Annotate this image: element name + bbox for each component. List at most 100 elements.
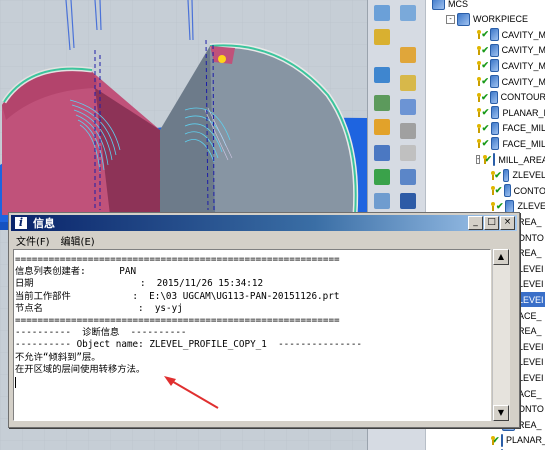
status-check-icon: ✔: [481, 91, 489, 102]
tree-item-label: ACE_: [518, 310, 542, 321]
tree-item[interactable]: ✔ CAVITY_M: [476, 58, 545, 73]
postprocess-button[interactable]: [397, 120, 419, 142]
collapse-toggle-icon[interactable]: -: [476, 155, 481, 164]
close-button[interactable]: ×: [500, 216, 515, 230]
menu-bar: 文件(F) 编辑(E): [11, 232, 517, 248]
feeds-speeds-button[interactable]: [397, 166, 419, 188]
status-check-icon: ✔: [481, 138, 490, 149]
key-icon: [490, 170, 496, 180]
scroll-down-arrow-icon[interactable]: ▼: [493, 405, 509, 421]
tree-item-label: CAVITY_M: [501, 60, 545, 71]
creator-line: 信息列表创建者: PAN: [15, 266, 137, 278]
info-text-area[interactable]: ========================================…: [13, 249, 491, 421]
text-caret: [15, 376, 16, 388]
key-icon: [490, 201, 496, 211]
verify-toolpath-button[interactable]: [397, 96, 419, 118]
window-title: 信息: [33, 217, 55, 230]
tree-item-label: WORKPIECE: [473, 14, 529, 25]
tree-item-label: REA_: [518, 419, 542, 430]
tree-item[interactable]: ✔ CONTO: [490, 183, 545, 198]
tree-item-label: CONTO: [513, 185, 545, 196]
key-icon: [476, 77, 482, 86]
operation-icon: [490, 43, 499, 57]
generate-icon: [374, 67, 390, 83]
information-window: i 信息 _ □ × 文件(F) 编辑(E) =================…: [8, 212, 520, 428]
tree-item[interactable]: MCS: [432, 0, 545, 11]
operation-icon: [490, 121, 500, 135]
node-name-line: 节点名 : ys-yj: [15, 302, 183, 314]
minimize-button[interactable]: _: [468, 216, 483, 230]
tree-item[interactable]: ✔ CONTOUR: [476, 90, 545, 105]
operation-icon: [501, 433, 503, 447]
tree-item[interactable]: ✔PLANAR_I: [476, 105, 545, 120]
status-check-icon: ✔: [481, 44, 489, 55]
tree-item-label: CAVITY_M: [501, 29, 545, 40]
tree-item[interactable]: ✔ FACE_MIL: [476, 121, 545, 136]
tree-item-label: REA_: [518, 248, 542, 259]
separator-line: ========================================…: [15, 314, 340, 326]
maximize-button[interactable]: □: [484, 216, 499, 230]
tree-item-label: LEVEI: [518, 294, 544, 305]
tree-item[interactable]: ✔ FACE_MIL: [476, 136, 545, 151]
vertical-scrollbar[interactable]: ▲ ▼: [492, 249, 510, 421]
operation-icon: [432, 0, 445, 10]
key-icon: [476, 108, 481, 118]
tree-item-label: FACE_MIL: [502, 138, 545, 149]
status-check-icon: ✔: [494, 185, 503, 196]
operation-icon: [503, 184, 511, 198]
tree-item-label: MILL_AREA: [498, 154, 545, 165]
delete-button[interactable]: [397, 142, 419, 164]
date-line: 日期 : 2015/11/26 15:34:12: [15, 278, 264, 290]
machine-tool-view-button[interactable]: [397, 2, 419, 24]
tree-item-label: PLANAR_I: [506, 435, 545, 446]
simulate-icon: [374, 119, 390, 135]
tree-item[interactable]: - ✔ MILL_AREA: [476, 152, 545, 167]
output-cls-button[interactable]: [371, 142, 393, 164]
shop-doc-button[interactable]: [371, 166, 393, 188]
status-check-icon: ✔: [494, 169, 502, 180]
create-operation-button[interactable]: [371, 26, 393, 48]
scroll-up-arrow-icon[interactable]: ▲: [493, 249, 509, 265]
tree-item[interactable]: ✔ CAVITY_M: [476, 43, 545, 58]
tree-item[interactable]: ✔ ZLEVEL: [490, 168, 545, 183]
information-button[interactable]: [397, 190, 419, 212]
tree-item-label: MCS: [448, 0, 468, 9]
list-toolpath-button[interactable]: [371, 92, 393, 114]
tree-item-label: LEVEI: [518, 372, 544, 383]
tree-item-label: LEVEI: [518, 357, 544, 368]
list-icon: [374, 95, 390, 111]
collapse-toggle-icon[interactable]: -: [446, 14, 455, 24]
replay-toolpath-button[interactable]: [397, 72, 419, 94]
create-operation-icon: [374, 29, 390, 45]
menu-edit[interactable]: 编辑(E): [61, 233, 95, 248]
key-icon: [476, 92, 482, 102]
tool-library-button[interactable]: [371, 190, 393, 212]
tree-item-label: REA_: [518, 326, 542, 337]
generate-toolpath-button[interactable]: [371, 64, 393, 86]
tree-item[interactable]: ✔PLANAR_I: [490, 433, 545, 448]
simulate-button[interactable]: [371, 116, 393, 138]
tree-item[interactable]: - WORKPIECE: [446, 12, 545, 27]
operation-icon: [490, 90, 498, 104]
tree-item-label: ZLEVE: [517, 201, 545, 212]
menu-file[interactable]: 文件(F): [16, 233, 50, 248]
tree-item[interactable]: ✔ CAVITY_M: [476, 74, 545, 89]
tree-item-label: CAVITY_M: [501, 45, 545, 56]
tree-item[interactable]: ✔ CAVITY_M: [476, 27, 545, 42]
create-tool-button[interactable]: [397, 44, 419, 66]
separator-line: ========================================…: [15, 254, 340, 265]
create-tool-icon: [400, 47, 416, 63]
tree-item-label: FACE_MIL: [502, 123, 545, 134]
operation-icon: [505, 199, 515, 213]
status-check-icon: ✔: [481, 29, 489, 40]
tree-item-label: LEVEI: [518, 263, 544, 274]
diagnostic-message: 在开区域的层间使用转移方法。: [15, 363, 146, 375]
object-name-line: ---------- Object name: ZLEVEL_PROFILE_C…: [15, 339, 363, 351]
library-icon: [374, 193, 390, 209]
window-titlebar[interactable]: i 信息 _ □ ×: [11, 215, 517, 231]
program-order-view-button[interactable]: [371, 2, 393, 24]
key-icon: [476, 139, 481, 149]
operation-icon: [457, 12, 470, 26]
output-icon: [374, 145, 390, 161]
shop-doc-icon: [374, 169, 390, 185]
